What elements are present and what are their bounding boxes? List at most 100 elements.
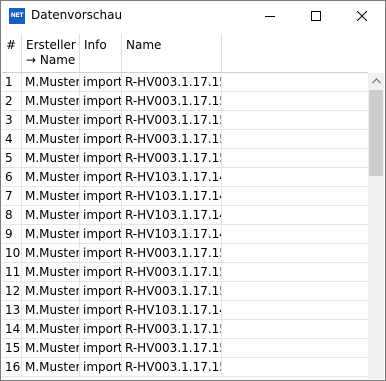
cell-number[interactable]: 7 (2, 187, 22, 206)
cell-creator[interactable]: M.Muster (22, 263, 80, 282)
cell-info[interactable]: import (80, 73, 122, 92)
cell-number[interactable]: 14 (2, 320, 22, 339)
cell-name[interactable]: R-HV003.1.17.150 (122, 320, 222, 339)
cell-info[interactable]: import (80, 225, 122, 244)
table-row[interactable]: 9M.MusterimportR-HV103.1.17.148 (2, 225, 368, 244)
cell-filler (222, 187, 368, 206)
cell-info[interactable]: import (80, 168, 122, 187)
cell-info[interactable]: import (80, 149, 122, 168)
cell-number[interactable]: 6 (2, 168, 22, 187)
cell-info[interactable]: import (80, 301, 122, 320)
cell-creator[interactable]: M.Muster (22, 320, 80, 339)
cell-name[interactable]: R-HV003.1.17.150 (122, 263, 222, 282)
cell-number[interactable]: 5 (2, 149, 22, 168)
cell-creator[interactable]: M.Muster (22, 111, 80, 130)
cell-name[interactable]: R-HV003.1.17.150 (122, 282, 222, 301)
cell-creator[interactable]: M.Muster (22, 130, 80, 149)
cell-name[interactable]: R-HV003.1.17.150 (122, 73, 222, 92)
cell-name[interactable]: R-HV103.1.17.148 (122, 168, 222, 187)
table-row[interactable]: 13M.MusterimportR-HV103.1.17.148 (2, 301, 368, 320)
window-title: Datenvorschau (31, 8, 123, 22)
cell-creator[interactable]: M.Muster (22, 149, 80, 168)
cell-info[interactable]: import (80, 206, 122, 225)
cell-creator[interactable]: M.Muster (22, 244, 80, 263)
cell-info[interactable]: import (80, 187, 122, 206)
cell-number[interactable]: 10 (2, 244, 22, 263)
cell-name[interactable]: R-HV103.1.17.148 (122, 225, 222, 244)
cell-info[interactable]: import (80, 320, 122, 339)
cell-number[interactable]: 15 (2, 339, 22, 358)
cell-number[interactable]: 8 (2, 206, 22, 225)
cell-name[interactable]: R-HV103.1.17.148 (122, 301, 222, 320)
cell-name[interactable]: R-HV003.1.17.150 (122, 339, 222, 358)
scroll-up-button[interactable] (368, 73, 384, 89)
cell-name[interactable]: R-HV003.1.17.150 (122, 149, 222, 168)
cell-number[interactable]: 11 (2, 263, 22, 282)
cell-creator[interactable]: M.Muster (22, 282, 80, 301)
cell-info[interactable]: import (80, 339, 122, 358)
cell-info[interactable]: import (80, 244, 122, 263)
maximize-button[interactable] (293, 1, 339, 31)
cell-creator[interactable]: M.Muster (22, 301, 80, 320)
cell-creator[interactable]: M.Muster (22, 73, 80, 92)
table-row[interactable]: 8M.MusterimportR-HV103.1.17.148 (2, 206, 368, 225)
data-grid[interactable]: # Ersteller → Name Info Name 1 M.Muster im… (2, 34, 384, 379)
table-row[interactable]: 10M.MusterimportR-HV003.1.17.150 (2, 244, 368, 263)
title-bar[interactable]: NET Datenvorschau (1, 1, 385, 31)
cell-filler (222, 225, 368, 244)
cell-creator[interactable]: M.Muster (22, 358, 80, 377)
app-icon: NET (9, 8, 25, 24)
cell-name[interactable]: R-HV003.1.17.150 (122, 92, 222, 111)
cell-number[interactable]: 2 (2, 92, 22, 111)
cell-creator[interactable]: M.Muster (22, 206, 80, 225)
cell-name[interactable]: R-HV003.1.17.150 (122, 358, 222, 377)
table-row[interactable]: 7M.MusterimportR-HV103.1.17.148 (2, 187, 368, 206)
table-row[interactable]: 1M.MusterimportR-HV003.1.17.150 (2, 73, 368, 92)
table-row[interactable]: 15M.MusterimportR-HV003.1.17.150 (2, 339, 368, 358)
table-row[interactable]: 2M.MusterimportR-HV003.1.17.150 (2, 92, 368, 111)
cell-creator[interactable]: M.Muster (22, 92, 80, 111)
cell-info[interactable]: import (80, 358, 122, 377)
vertical-scrollbar[interactable] (368, 73, 384, 379)
cell-number[interactable]: 9 (2, 225, 22, 244)
cell-number[interactable]: 12 (2, 282, 22, 301)
column-header-name[interactable]: Name (122, 34, 222, 72)
cell-number[interactable]: 1 (2, 73, 22, 92)
cell-name[interactable]: R-HV103.1.17.148 (122, 187, 222, 206)
table-row[interactable]: 11M.MusterimportR-HV003.1.17.150 (2, 263, 368, 282)
table-row[interactable]: 5M.MusterimportR-HV003.1.17.150 (2, 149, 368, 168)
column-header-number[interactable]: # (2, 34, 22, 72)
grid-rows: 1M.MusterimportR-HV003.1.17.1502M.Muster… (2, 73, 368, 377)
minimize-button[interactable] (247, 1, 293, 31)
cell-creator[interactable]: M.Muster (22, 339, 80, 358)
cell-number[interactable]: 3 (2, 111, 22, 130)
cell-name[interactable]: R-HV003.1.17.150 (122, 244, 222, 263)
cell-number[interactable]: 4 (2, 130, 22, 149)
table-row[interactable]: 12M.MusterimportR-HV003.1.17.150 (2, 282, 368, 301)
table-row[interactable]: 16M.MusterimportR-HV003.1.17.150 (2, 358, 368, 377)
cell-creator[interactable]: M.Muster (22, 187, 80, 206)
cell-info[interactable]: import (80, 263, 122, 282)
table-row[interactable]: 4M.MusterimportR-HV003.1.17.150 (2, 130, 368, 149)
table-row[interactable]: 14M.MusterimportR-HV003.1.17.150 (2, 320, 368, 339)
column-header-creator[interactable]: Ersteller → Name (22, 34, 80, 72)
cell-number[interactable]: 16 (2, 358, 22, 377)
cell-info[interactable]: import (80, 92, 122, 111)
cell-info[interactable]: import (80, 130, 122, 149)
cell-info[interactable]: import (80, 282, 122, 301)
table-row[interactable]: 6M.MusterimportR-HV103.1.17.148 (2, 168, 368, 187)
column-header-info[interactable]: Info (80, 34, 122, 72)
scroll-thumb[interactable] (369, 90, 383, 176)
cell-creator[interactable]: M.Muster (22, 225, 80, 244)
column-header-filler (222, 34, 368, 72)
cell-info[interactable]: import (80, 111, 122, 130)
cell-number[interactable]: 13 (2, 301, 22, 320)
close-button[interactable] (339, 1, 385, 31)
cell-name[interactable]: R-HV103.1.17.148 (122, 206, 222, 225)
cell-creator[interactable]: M.Muster (22, 168, 80, 187)
table-row[interactable]: 3M.MusterimportR-HV003.1.17.150 (2, 111, 368, 130)
chevron-up-icon (371, 78, 381, 84)
cell-name[interactable]: R-HV003.1.17.150 (122, 130, 222, 149)
cell-name[interactable]: R-HV003.1.17.150 (122, 111, 222, 130)
data-preview-window: NET Datenvorschau # Ersteller → Name Inf… (0, 0, 386, 381)
